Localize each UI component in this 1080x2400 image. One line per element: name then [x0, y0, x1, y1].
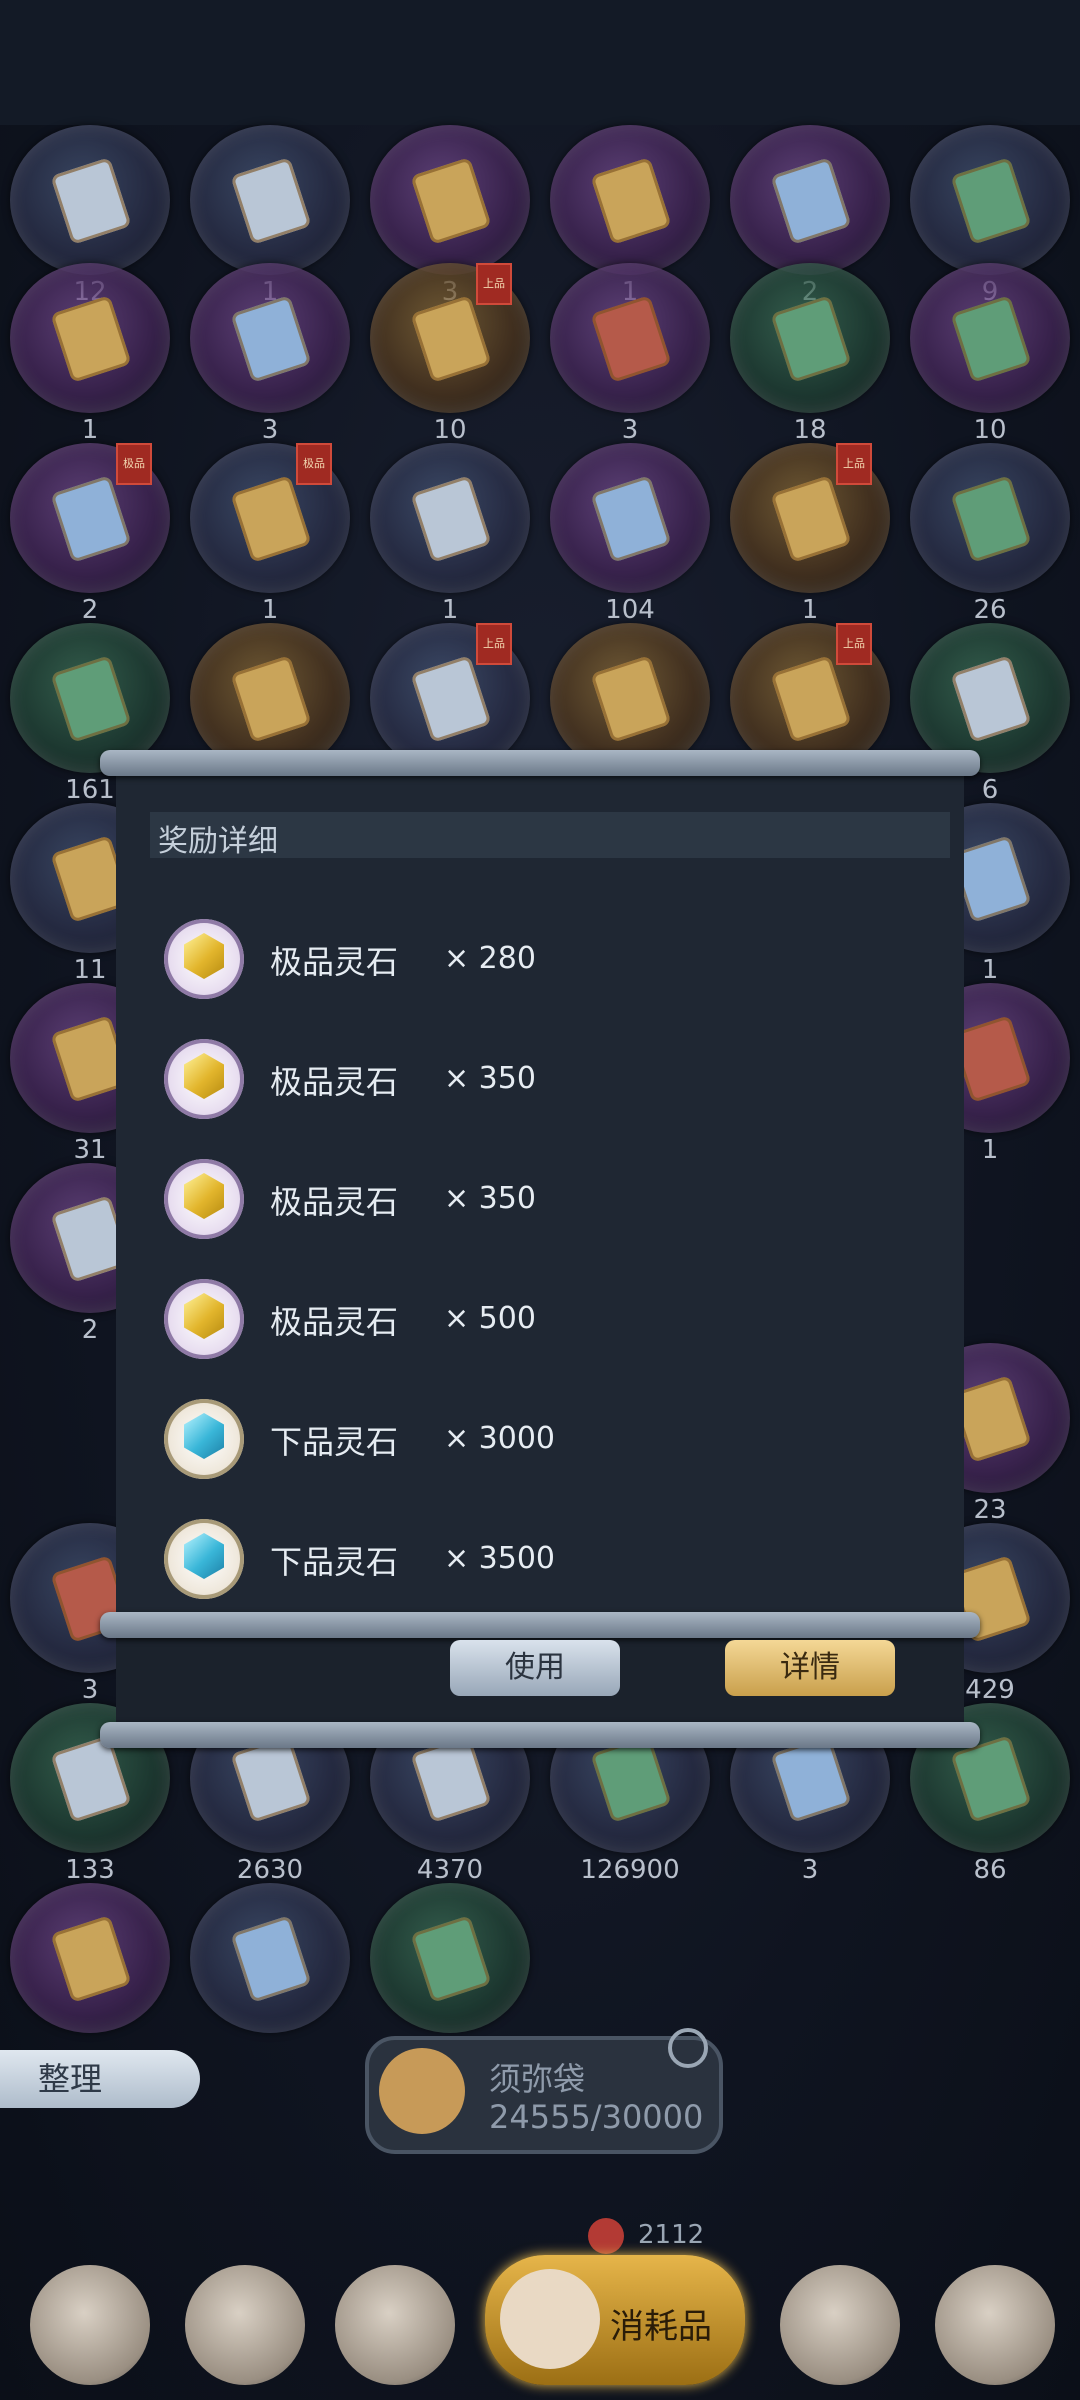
reward-name: 极品灵石	[270, 1183, 399, 1221]
inventory-item[interactable]: 1	[370, 443, 530, 625]
item-count: 1	[261, 595, 279, 625]
item-count: 1	[801, 595, 819, 625]
inventory-item[interactable]: 3	[190, 263, 350, 445]
sort-button[interactable]: 整理	[0, 2050, 200, 2108]
bottom-nav: 消耗品	[0, 2255, 1080, 2400]
reward-quantity: × 350	[444, 1061, 536, 1096]
inventory-item[interactable]	[10, 1883, 170, 2063]
nav-tab-books[interactable]	[335, 2265, 455, 2385]
item-count: 1	[441, 595, 459, 625]
reward-quantity: × 280	[444, 941, 536, 976]
item-count: 126900	[580, 1855, 680, 1885]
storage-bag-title: 须弥袋	[489, 2060, 586, 2098]
inventory-item[interactable]: 极品 2	[10, 443, 170, 625]
grade-tag: 上品	[836, 443, 872, 485]
item-count: 3	[261, 415, 279, 445]
nav-tab-consumables-label: 消耗品	[610, 2307, 712, 2347]
modal-frame-divider	[100, 1612, 980, 1638]
nav-tab-equipment[interactable]	[30, 2265, 150, 2385]
reward-name: 极品灵石	[270, 1303, 399, 1341]
modal-frame-bottom	[100, 1722, 980, 1748]
grade-tag: 上品	[836, 623, 872, 665]
reward-quantity: × 350	[444, 1181, 536, 1216]
item-count: 3	[621, 415, 639, 445]
inventory-item[interactable]: 18	[730, 263, 890, 445]
item-count: 10	[433, 415, 467, 445]
nav-tab-bag[interactable]	[185, 2265, 305, 2385]
inventory-item[interactable]: 10	[910, 263, 1070, 445]
inventory-item[interactable]: 1	[10, 263, 170, 445]
item-count: 1	[81, 415, 99, 445]
potion-icon	[500, 2269, 600, 2369]
currency-icon	[588, 2218, 624, 2254]
inventory-item[interactable]: 3	[550, 263, 710, 445]
reward-name: 下品灵石	[270, 1423, 399, 1461]
use-button[interactable]: 使用	[450, 1640, 620, 1696]
inventory-item[interactable]: 上品 10	[370, 263, 530, 445]
reward-row: 下品灵石 × 3000	[164, 1395, 864, 1485]
nav-tab-materials[interactable]	[780, 2265, 900, 2385]
refresh-icon[interactable]	[668, 2028, 708, 2068]
inventory-item[interactable]: 26	[910, 443, 1070, 625]
reward-row: 极品灵石 × 500	[164, 1275, 864, 1365]
inventory-item[interactable]	[190, 1883, 350, 2063]
inventory-item[interactable]: 104	[550, 443, 710, 625]
reward-detail-modal: 奖励详细 极品灵石 × 280 极品灵石 × 350 极品灵石 × 350 极品…	[100, 750, 980, 1750]
grade-tag: 极品	[296, 443, 332, 485]
inventory-item[interactable]: 极品 1	[190, 443, 350, 625]
reward-name: 极品灵石	[270, 943, 399, 981]
item-count: 104	[605, 595, 655, 625]
storage-bag-capacity: 24555/30000	[489, 2098, 704, 2136]
item-count: 26	[973, 595, 1007, 625]
item-count: 18	[793, 415, 827, 445]
grade-tag: 上品	[476, 623, 512, 665]
reward-quantity: × 500	[444, 1301, 536, 1336]
reward-name: 极品灵石	[270, 1063, 399, 1101]
modal-title: 奖励详细	[158, 824, 278, 859]
reward-quantity: × 3000	[444, 1421, 556, 1456]
modal-frame-top	[100, 750, 980, 776]
item-count: 10	[973, 415, 1007, 445]
item-count: 2630	[236, 1855, 304, 1885]
nav-tab-misc[interactable]	[935, 2265, 1055, 2385]
reward-row: 极品灵石 × 350	[164, 1155, 864, 1245]
grade-tag: 上品	[476, 263, 512, 305]
reward-row: 极品灵石 × 280	[164, 915, 864, 1005]
item-count: 2	[81, 595, 99, 625]
grade-tag: 极品	[116, 443, 152, 485]
details-button[interactable]: 详情	[725, 1640, 895, 1696]
item-count: 133	[65, 1855, 115, 1885]
currency-value: 2112	[638, 2220, 705, 2250]
reward-quantity: × 3500	[444, 1541, 556, 1576]
item-count: 3	[801, 1855, 819, 1885]
inventory-item[interactable]: 上品 1	[730, 443, 890, 625]
reward-name: 下品灵石	[270, 1543, 399, 1581]
reward-row: 下品灵石 × 3500	[164, 1515, 864, 1605]
item-count: 86	[973, 1855, 1007, 1885]
reward-row: 极品灵石 × 350	[164, 1035, 864, 1125]
storage-bag-icon	[379, 2048, 465, 2134]
item-count: 4370	[416, 1855, 484, 1885]
top-status-bar	[0, 0, 1080, 125]
